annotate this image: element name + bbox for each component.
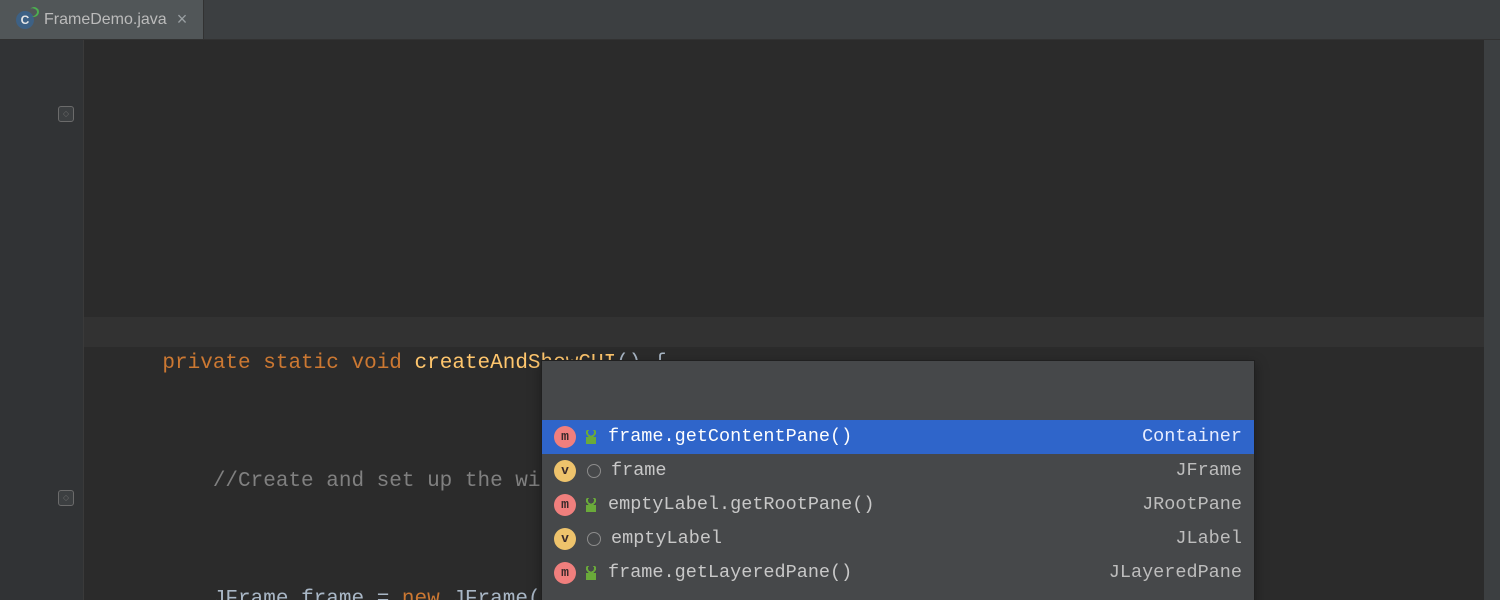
completion-item-type: JLayeredPane: [1109, 558, 1242, 588]
completion-item[interactable]: m frame.getContentPane()Container: [542, 420, 1254, 454]
local-scope-icon: [587, 464, 601, 478]
scrollbar[interactable]: [1484, 40, 1500, 600]
completion-item-label: emptyLabel: [611, 524, 1175, 554]
completion-item[interactable]: v frameJFrame: [542, 454, 1254, 488]
completion-item-type: JRootPane: [1142, 490, 1242, 520]
editor: private static void createAndShowGUI() {…: [0, 40, 1500, 600]
completion-item[interactable]: m emptyLabel.getRootPane()JRootPane: [542, 488, 1254, 522]
completion-item-label: emptyLabel.getRootPane(): [608, 490, 1142, 520]
method-icon: m: [554, 494, 576, 516]
completion-item[interactable]: m frame.getLayeredPane()JLayeredPane: [542, 556, 1254, 590]
override-marker-icon[interactable]: [58, 490, 74, 506]
current-line-highlight: [84, 317, 1484, 347]
method-icon: m: [554, 562, 576, 584]
code-area[interactable]: private static void createAndShowGUI() {…: [84, 40, 1484, 600]
gutter[interactable]: [0, 40, 84, 600]
unlock-icon: [584, 566, 598, 580]
method-icon: m: [554, 426, 576, 448]
override-marker-icon[interactable]: [58, 106, 74, 122]
run-arrows-icon: [27, 5, 41, 19]
java-class-icon: [16, 11, 34, 29]
completion-item-label: frame.getLayeredPane(): [608, 558, 1109, 588]
completion-item-label: frame.getContentPane(): [608, 422, 1142, 452]
completion-popup: m frame.getContentPane()Container v frameJF…: [541, 360, 1255, 600]
unlock-icon: [584, 498, 598, 512]
completion-item-type: Container: [1142, 422, 1242, 452]
completion-item-type: JLabel: [1175, 524, 1242, 554]
tab-framedemo[interactable]: FrameDemo.java ×: [0, 0, 204, 39]
local-scope-icon: [587, 532, 601, 546]
variable-icon: v: [554, 528, 576, 550]
close-icon[interactable]: ×: [177, 9, 188, 30]
variable-icon: v: [554, 460, 576, 482]
completion-item-type: JFrame: [1175, 456, 1242, 486]
tab-filename: FrameDemo.java: [44, 11, 167, 29]
completion-item[interactable]: v emptyLabelJLabel: [542, 522, 1254, 556]
completion-item-label: frame: [611, 456, 1175, 486]
unlock-icon: [584, 430, 598, 444]
tab-strip: FrameDemo.java ×: [0, 0, 1500, 40]
